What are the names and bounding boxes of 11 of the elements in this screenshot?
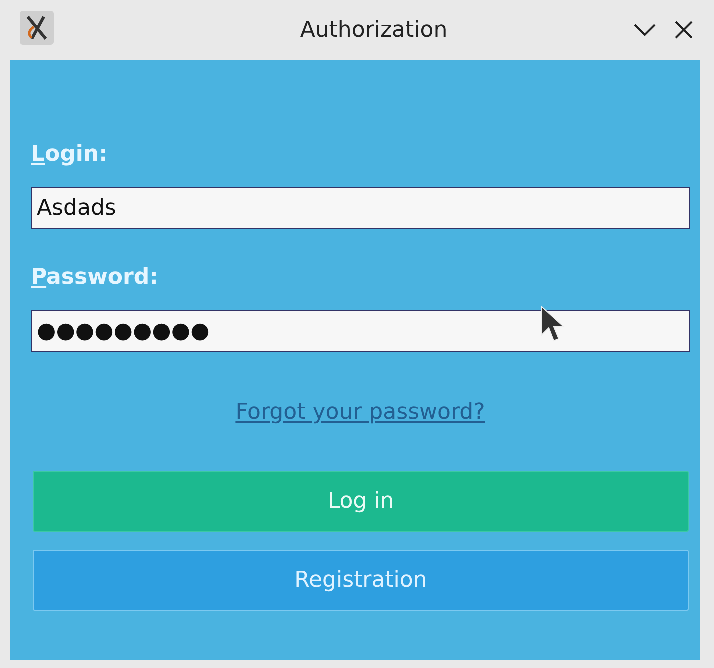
field-label: Password: xyxy=(31,265,160,290)
field-label: Login: xyxy=(31,142,109,167)
registration-button[interactable]: Registration xyxy=(33,550,689,611)
close-icon[interactable] xyxy=(674,20,694,40)
login-button[interactable]: Log in xyxy=(33,471,689,532)
window-title: Authorization xyxy=(299,18,449,42)
input-field[interactable]: Asdads xyxy=(31,187,690,229)
forgot-password-link[interactable]: Forgot your password? xyxy=(236,400,486,425)
input-field[interactable]: ●●●●●●●●● xyxy=(31,310,690,352)
minimize-icon[interactable] xyxy=(634,23,656,37)
app-icon xyxy=(20,11,54,45)
